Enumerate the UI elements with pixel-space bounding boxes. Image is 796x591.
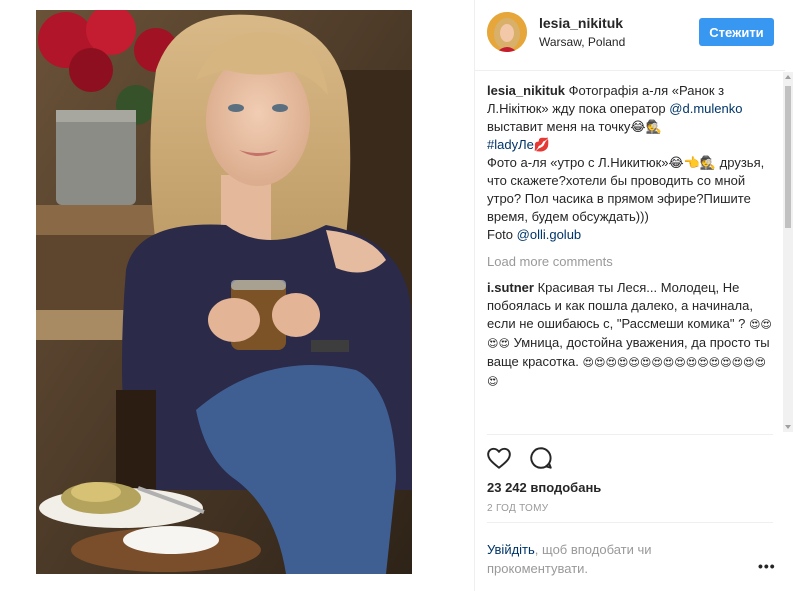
caption-mention-2[interactable]: @olli.golub <box>517 227 582 242</box>
author-avatar[interactable] <box>487 12 527 52</box>
divider <box>487 522 773 523</box>
caption-text-3: Фото а-ля «утро с Л.Никитюк»😂👈🕵 друзья, … <box>487 155 765 224</box>
post-timestamp: 2 ГОД ТОМУ <box>487 503 549 514</box>
comment-item: i.sutner Красивая ты Леся... Молодец, Не… <box>487 279 775 391</box>
divider <box>487 434 773 435</box>
scroll-down-icon[interactable] <box>785 425 791 429</box>
comments-list[interactable]: lesia_nikituk Фотографія а-ля «Ранок з Л… <box>487 82 775 433</box>
author-username[interactable]: lesia_nikituk <box>539 15 623 31</box>
likes-count[interactable]: 23 242 вподобань <box>487 480 601 495</box>
caption-hashtag[interactable]: #ladyЛе💋 <box>487 137 550 152</box>
scrollbar-thumb[interactable] <box>785 86 791 228</box>
caption-username[interactable]: lesia_nikituk <box>487 83 565 98</box>
comment-username[interactable]: i.sutner <box>487 280 534 295</box>
caption-photo-prefix: Foto <box>487 227 514 242</box>
follow-button[interactable]: Стежити <box>699 18 774 46</box>
scroll-up-icon[interactable] <box>785 75 791 79</box>
caption-mention-1[interactable]: @d.mulenko <box>669 101 742 116</box>
heart-icon[interactable] <box>486 445 512 471</box>
load-more-comments[interactable]: Load more comments <box>487 253 775 271</box>
comments-scrollbar[interactable] <box>783 72 793 432</box>
login-link[interactable]: Увійдіть <box>487 542 535 557</box>
panel-divider <box>474 0 475 591</box>
caption: lesia_nikituk Фотографія а-ля «Ранок з Л… <box>487 82 775 244</box>
post-location[interactable]: Warsaw, Poland <box>539 35 625 49</box>
more-options-icon[interactable]: ••• <box>758 558 776 574</box>
post-image[interactable] <box>36 10 412 574</box>
comment-icon[interactable] <box>528 445 554 471</box>
login-prompt: Увійдіть, щоб вподобати чи прокоментуват… <box>487 540 717 578</box>
caption-text-2: выставит меня на точку😂🕵 <box>487 119 662 134</box>
